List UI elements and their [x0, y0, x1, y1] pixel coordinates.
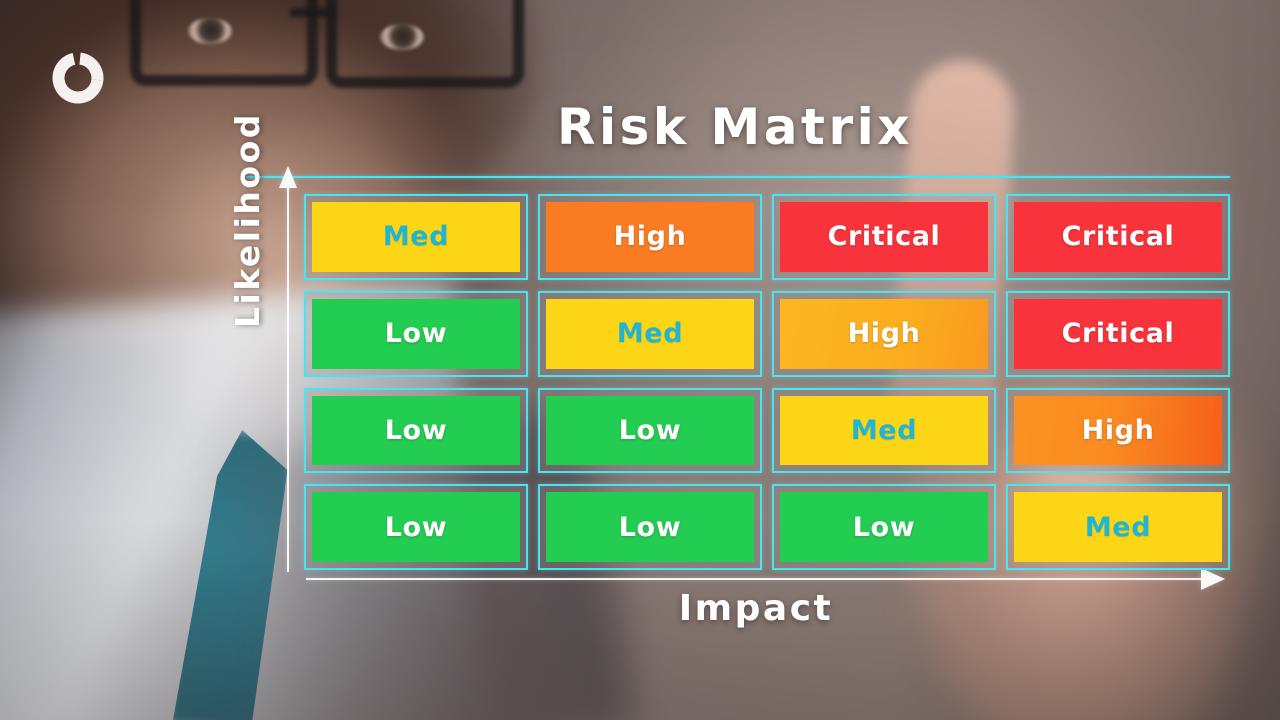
- risk-cell-label: Critical: [1014, 202, 1222, 272]
- risk-cell-label: High: [1014, 395, 1222, 466]
- risk-cell-label: Critical: [780, 202, 988, 272]
- risk-cell-label: Low: [546, 395, 754, 466]
- risk-cell[interactable]: Low: [772, 484, 996, 570]
- impact-axis-line: [306, 578, 1206, 580]
- risk-cell-label: Critical: [1014, 298, 1222, 369]
- risk-cell[interactable]: Critical: [1006, 290, 1230, 377]
- risk-cell-label: Low: [780, 492, 988, 562]
- risk-matrix-screen: Risk Matrix Likelihood Impact Med High Cri…: [0, 0, 1280, 720]
- likelihood-axis-label: Likelihood: [228, 112, 267, 328]
- likelihood-axis-arrow-icon: [279, 166, 297, 188]
- risk-cell[interactable]: Critical: [772, 194, 996, 280]
- risk-cell-label: Low: [546, 492, 754, 562]
- risk-cell[interactable]: Critical: [1006, 194, 1230, 280]
- risk-cell-label: Low: [312, 298, 520, 369]
- risk-cell[interactable]: High: [772, 290, 996, 377]
- risk-cell[interactable]: Med: [772, 387, 996, 474]
- risk-cell[interactable]: High: [1006, 387, 1230, 474]
- impact-axis-label: Impact: [678, 588, 834, 629]
- risk-cell-label: High: [780, 298, 988, 369]
- risk-cell-label: Low: [312, 395, 520, 466]
- risk-matrix-grid: Med High Critical Critical Low Med High Critica…: [304, 194, 1230, 570]
- page-title: Risk Matrix: [556, 98, 913, 156]
- risk-cell-label: Med: [1014, 492, 1222, 562]
- risk-cell[interactable]: Low: [304, 484, 528, 570]
- risk-cell[interactable]: Med: [538, 290, 762, 377]
- risk-cell[interactable]: Med: [304, 194, 528, 280]
- risk-cell[interactable]: Low: [304, 387, 528, 474]
- likelihood-axis-line: [287, 176, 289, 572]
- risk-cell-label: Low: [312, 492, 520, 562]
- risk-cell[interactable]: Low: [304, 290, 528, 377]
- risk-cell[interactable]: High: [538, 194, 762, 280]
- impact-axis-arrow-icon: [1201, 568, 1225, 590]
- risk-cell[interactable]: Low: [538, 484, 762, 570]
- risk-cell[interactable]: Low: [538, 387, 762, 474]
- risk-cell-label: Med: [780, 395, 988, 466]
- title-underline: [246, 176, 1230, 178]
- risk-cell-label: Med: [546, 298, 754, 369]
- risk-cell[interactable]: Med: [1006, 484, 1230, 570]
- risk-cell-label: High: [546, 202, 754, 272]
- risk-cell-label: Med: [312, 202, 520, 272]
